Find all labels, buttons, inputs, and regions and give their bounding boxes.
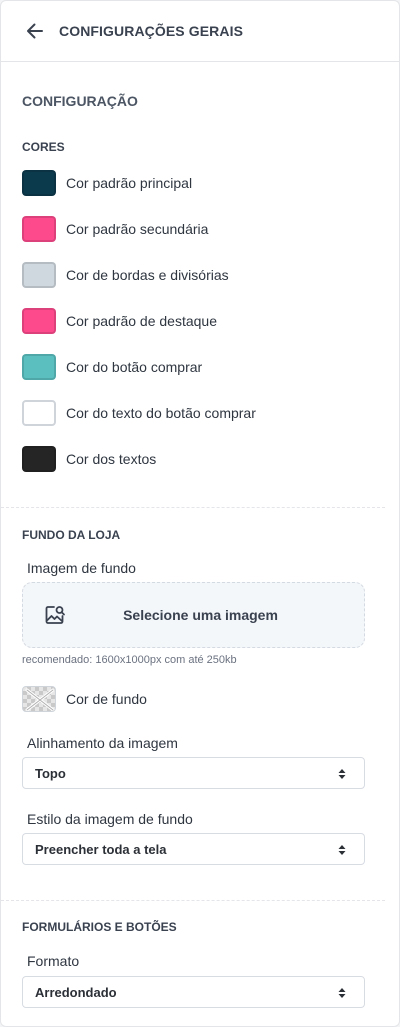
color-label: Cor de fundo <box>66 691 147 707</box>
color-row-highlight[interactable]: Cor padrão de destaque <box>22 308 217 334</box>
select-value: Preencher toda a tela <box>35 841 167 857</box>
color-label: Cor padrão de destaque <box>66 313 217 329</box>
color-label: Cor padrão secundária <box>66 221 209 237</box>
section-divider <box>1 507 385 508</box>
colors-group-label: CORES <box>22 140 65 154</box>
color-label: Cor dos textos <box>66 451 157 467</box>
color-swatch[interactable] <box>22 170 56 196</box>
image-upload-dropzone[interactable]: Selecione uma imagem <box>22 582 365 648</box>
sort-arrows-icon <box>338 845 346 855</box>
store-background-group-label: FUNDO DA LOJA <box>22 528 121 542</box>
color-swatch[interactable] <box>22 354 56 380</box>
settings-panel: CONFIGURAÇÕES GERAIS CONFIGURAÇÃO CORES … <box>0 0 400 1027</box>
panel-header: CONFIGURAÇÕES GERAIS <box>1 1 399 62</box>
select-value: Topo <box>35 765 66 781</box>
color-row-texts[interactable]: Cor dos textos <box>22 446 156 472</box>
color-row-buy-button[interactable]: Cor do botão comprar <box>22 354 202 380</box>
section-title: CONFIGURAÇÃO <box>22 93 138 109</box>
color-row-secondary[interactable]: Cor padrão secundária <box>22 216 208 242</box>
no-color-icon <box>25 688 55 711</box>
color-row-primary[interactable]: Cor padrão principal <box>22 170 192 196</box>
page-title: CONFIGURAÇÕES GERAIS <box>59 23 244 39</box>
color-row-borders[interactable]: Cor de bordas e divisórias <box>22 262 229 288</box>
color-label: Cor do texto do botão comprar <box>66 405 256 421</box>
section-divider <box>1 900 385 901</box>
background-style-label: Estilo da imagem de fundo <box>27 811 193 827</box>
color-row-buy-button-text[interactable]: Cor do texto do botão comprar <box>22 400 256 426</box>
alignment-label: Alinhamento da imagem <box>27 735 178 751</box>
background-image-label: Imagem de fundo <box>27 560 136 576</box>
format-label: Formato <box>27 953 80 969</box>
sort-arrows-icon <box>338 769 346 779</box>
sort-arrows-icon <box>338 988 346 998</box>
alignment-select[interactable]: Topo <box>22 757 365 789</box>
arrow-left-icon <box>27 23 43 39</box>
color-row-background[interactable]: Cor de fundo <box>22 686 147 712</box>
color-swatch[interactable] <box>22 262 56 288</box>
image-search-icon <box>45 606 65 624</box>
forms-group-label: FORMULÁRIOS E BOTÕES <box>22 920 177 934</box>
color-swatch[interactable] <box>22 308 56 334</box>
color-label: Cor do botão comprar <box>66 359 203 375</box>
upload-label: Selecione uma imagem <box>123 607 278 623</box>
empty-color-swatch[interactable] <box>22 686 56 712</box>
background-style-select[interactable]: Preencher toda a tela <box>22 833 365 865</box>
format-select[interactable]: Arredondado <box>22 976 365 1008</box>
back-button[interactable] <box>23 19 47 43</box>
color-label: Cor de bordas e divisórias <box>66 267 229 283</box>
upload-hint: recomendado: 1600x1000px com até 250kb <box>22 654 237 666</box>
color-swatch[interactable] <box>22 216 56 242</box>
color-label: Cor padrão principal <box>66 175 193 191</box>
color-swatch[interactable] <box>22 400 56 426</box>
select-value: Arredondado <box>35 984 117 1000</box>
color-swatch[interactable] <box>22 446 56 472</box>
